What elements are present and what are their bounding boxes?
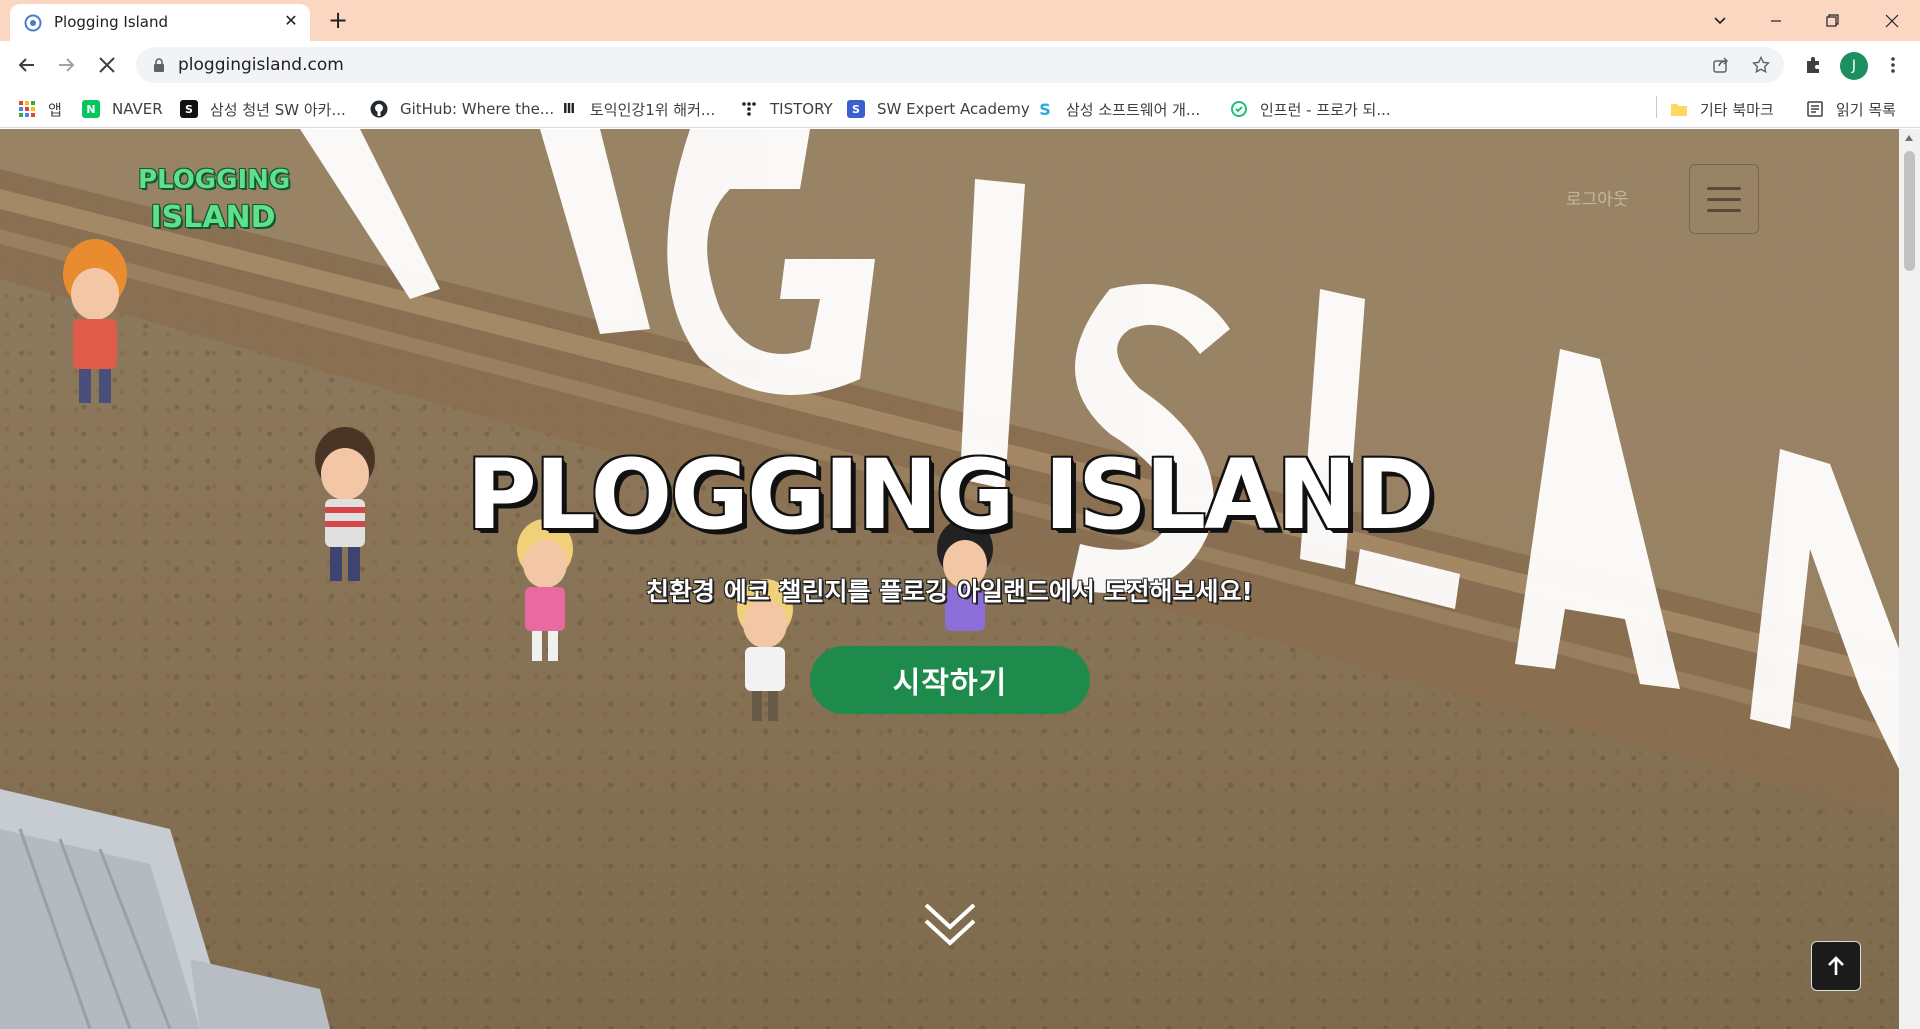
- site-logo[interactable]: PLOGGING ISLAND: [138, 161, 291, 237]
- back-to-top-button[interactable]: [1811, 941, 1861, 991]
- star-icon: [1752, 56, 1770, 74]
- hamburger-line: [1707, 186, 1741, 190]
- arrow-up-icon: [1828, 956, 1844, 975]
- stop-icon: [99, 57, 115, 73]
- reading-list-icon: [1807, 101, 1823, 117]
- hackers-icon: Ⅲ: [562, 101, 576, 117]
- logo-line-1: PLOGGING: [138, 165, 291, 195]
- tab-strip: Plogging Island ✕ +: [0, 0, 1920, 41]
- bookmark-label: 읽기 목록: [1836, 100, 1896, 119]
- bookmark-hackers[interactable]: Ⅲ 토익인강1위 해커...: [560, 97, 715, 121]
- inflearn-icon: [1231, 101, 1247, 117]
- github-icon: [370, 100, 388, 118]
- reading-list[interactable]: 읽기 목록: [1806, 97, 1896, 121]
- stop-loading-button[interactable]: [91, 49, 123, 81]
- tab-title: Plogging Island: [54, 13, 169, 31]
- restore-button[interactable]: [1804, 0, 1860, 41]
- bookmark-label: 삼성 소프트웨어 개...: [1066, 100, 1201, 119]
- minimize-button[interactable]: [1748, 0, 1804, 41]
- forward-arrow-icon: [59, 58, 75, 72]
- share-icon: [1713, 57, 1729, 73]
- ssafy-icon: S: [180, 100, 198, 118]
- logout-link[interactable]: 로그아웃: [1566, 185, 1629, 210]
- tistory-icon: [742, 102, 756, 116]
- folder-icon: [1671, 104, 1687, 116]
- address-bar[interactable]: ploggingisland.com: [136, 47, 1784, 83]
- puzzle-icon: [1807, 57, 1819, 73]
- hero-section: PLOGGING ISLAND 로그아웃 PLOGGING ISLAND 친환경…: [0, 129, 1899, 1029]
- profile-avatar[interactable]: J: [1840, 52, 1868, 80]
- bookmark-apps[interactable]: 앱: [18, 97, 62, 121]
- bookmark-label: GitHub: Where the...: [400, 100, 555, 118]
- close-window-button[interactable]: [1864, 0, 1920, 41]
- hamburger-line: [1707, 197, 1741, 201]
- restore-icon: [1825, 14, 1839, 27]
- bookmark-ssafy[interactable]: S 삼성 청년 SW 아카...: [180, 97, 346, 121]
- bookmark-github[interactable]: GitHub: Where the...: [370, 97, 554, 121]
- tab-active[interactable]: Plogging Island ✕: [10, 4, 310, 41]
- tab-search-button[interactable]: [1692, 0, 1748, 41]
- swea-icon: S: [847, 100, 865, 118]
- hamburger-menu-button[interactable]: [1689, 164, 1759, 234]
- bookmark-label: SW Expert Academy: [877, 100, 1030, 118]
- extensions-button[interactable]: [1797, 49, 1829, 81]
- bookmark-label: 기타 북마크: [1700, 100, 1774, 119]
- hero-title: PLOGGING ISLAND: [466, 439, 1435, 551]
- share-button[interactable]: [1710, 54, 1732, 76]
- bookmarks-divider: [1656, 96, 1657, 118]
- naver-icon: N: [82, 100, 100, 118]
- bookmarks-bar: 앱 N NAVER S 삼성 청년 SW 아카... GitHub: Where…: [0, 89, 1920, 128]
- bookmark-tistory[interactable]: TISTORY: [740, 97, 833, 121]
- bookmark-star-button[interactable]: [1750, 54, 1772, 76]
- back-arrow-icon: [18, 58, 34, 72]
- samsung-sw-icon: S: [1039, 99, 1051, 119]
- scroll-down-chevron-icon[interactable]: [922, 899, 978, 949]
- back-button[interactable]: [11, 49, 43, 81]
- start-button[interactable]: 시작하기: [810, 646, 1090, 714]
- bookmark-swea[interactable]: S SW Expert Academy: [847, 97, 1030, 121]
- forward-button[interactable]: [50, 49, 82, 81]
- browser-menu-button[interactable]: [1877, 49, 1909, 81]
- logo-line-2: ISLAND: [150, 200, 276, 235]
- hero-subtitle: 친환경 에코 챌린지를 플로깅 아일랜드에서 도전해보세요!: [646, 577, 1253, 606]
- bookmark-label: 삼성 청년 SW 아카...: [210, 100, 346, 119]
- url-text: ploggingisland.com: [178, 55, 344, 75]
- lock-icon: [154, 58, 164, 72]
- bookmark-label: 앱: [48, 100, 62, 119]
- site-favicon-icon: [24, 14, 42, 32]
- bookmark-inflearn[interactable]: 인프런 - 프로가 되...: [1230, 97, 1391, 121]
- bookmark-label: NAVER: [112, 100, 163, 118]
- scroll-up-arrow-icon[interactable]: [1905, 135, 1913, 141]
- page-scrollbar[interactable]: [1899, 129, 1920, 1029]
- hamburger-line: [1707, 208, 1741, 212]
- close-icon: [1885, 14, 1899, 27]
- browser-toolbar: ploggingisland.com J: [0, 41, 1920, 89]
- apps-grid-icon: [19, 101, 35, 117]
- kebab-menu-icon: [1891, 57, 1895, 73]
- new-tab-button[interactable]: +: [324, 7, 352, 35]
- tab-close-icon[interactable]: ✕: [280, 10, 302, 32]
- bookmark-label: 토익인강1위 해커...: [590, 100, 716, 119]
- minimize-icon: [1771, 19, 1781, 22]
- chevron-down-icon: [1714, 16, 1726, 24]
- bookmark-other[interactable]: 기타 북마크: [1670, 97, 1774, 121]
- scrollbar-thumb[interactable]: [1904, 151, 1915, 271]
- bookmark-label: TISTORY: [770, 100, 833, 118]
- bookmark-samsung-sw[interactable]: S 삼성 소프트웨어 개...: [1036, 97, 1200, 121]
- bookmark-naver[interactable]: N NAVER: [82, 97, 163, 121]
- bookmark-label: 인프런 - 프로가 되...: [1260, 100, 1391, 119]
